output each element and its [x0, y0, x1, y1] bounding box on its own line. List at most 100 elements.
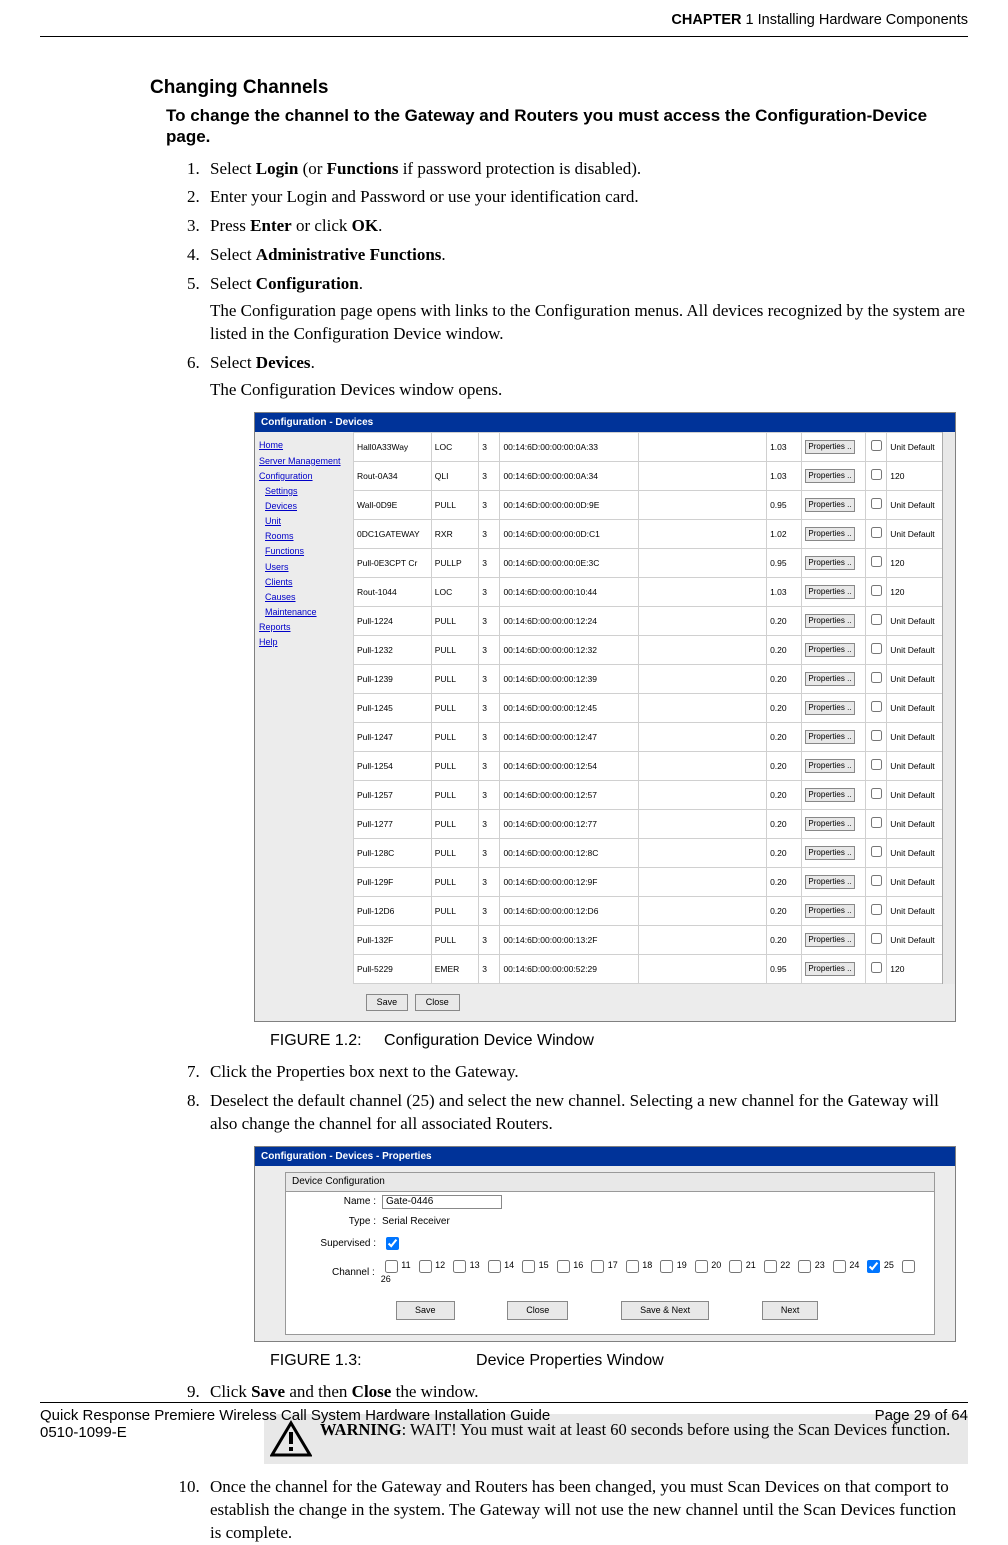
- step-3: Press Enter or click OK.: [204, 215, 968, 238]
- figure-1-2-caption: FIGURE 1.2: Configuration Device Window: [270, 1030, 968, 1052]
- fig12-close-button[interactable]: Close: [415, 994, 460, 1010]
- row-checkbox[interactable]: [871, 556, 882, 567]
- supervised-checkbox[interactable]: [386, 1237, 399, 1250]
- channel-checkbox[interactable]: [867, 1260, 880, 1273]
- row-checkbox[interactable]: [871, 846, 882, 857]
- fig12-nav-link[interactable]: Configuration: [259, 470, 349, 482]
- row-checkbox[interactable]: [871, 498, 882, 509]
- properties-button[interactable]: Properties ..: [805, 469, 854, 483]
- table-row: Pull-1247PULL300:14:6D:00:00:00:12:470.2…: [354, 723, 955, 752]
- running-header: CHAPTER 1 Installing Hardware Components: [40, 12, 968, 30]
- fig13-save-button[interactable]: Save: [396, 1301, 455, 1319]
- properties-button[interactable]: Properties ..: [805, 759, 854, 773]
- channel-checkbox[interactable]: [902, 1260, 915, 1273]
- table-row: Pull-0E3CPT CrPULLP300:14:6D:00:00:00:0E…: [354, 549, 955, 578]
- row-checkbox[interactable]: [871, 933, 882, 944]
- channel-checkbox[interactable]: [591, 1260, 604, 1273]
- fig12-nav-link[interactable]: Server Management: [259, 455, 349, 467]
- channel-checkbox[interactable]: [660, 1260, 673, 1273]
- properties-button[interactable]: Properties ..: [805, 875, 854, 889]
- fig12-nav-link[interactable]: Help: [259, 636, 349, 648]
- table-row: Pull-1224PULL300:14:6D:00:00:00:12:240.2…: [354, 607, 955, 636]
- properties-button[interactable]: Properties ..: [805, 643, 854, 657]
- properties-button[interactable]: Properties ..: [805, 498, 854, 512]
- table-row: Pull-1277PULL300:14:6D:00:00:00:12:770.2…: [354, 810, 955, 839]
- channel-checkbox[interactable]: [833, 1260, 846, 1273]
- properties-button[interactable]: Properties ..: [805, 556, 854, 570]
- row-checkbox[interactable]: [871, 440, 882, 451]
- row-checkbox[interactable]: [871, 730, 882, 741]
- row-checkbox[interactable]: [871, 962, 882, 973]
- properties-button[interactable]: Properties ..: [805, 846, 854, 860]
- fig13-next-button[interactable]: Next: [762, 1301, 819, 1319]
- fig13-close-button[interactable]: Close: [507, 1301, 568, 1319]
- fig12-nav-link[interactable]: Rooms: [259, 530, 349, 542]
- fig12-nav-link[interactable]: Settings: [259, 485, 349, 497]
- properties-button[interactable]: Properties ..: [805, 788, 854, 802]
- fig12-nav: Home Server Management Configuration Settin…: [255, 432, 353, 984]
- table-row: Pull-1239PULL300:14:6D:00:00:00:12:390.2…: [354, 665, 955, 694]
- table-row: Pull-1232PULL300:14:6D:00:00:00:12:320.2…: [354, 636, 955, 665]
- channel-checkbox[interactable]: [695, 1260, 708, 1273]
- row-checkbox[interactable]: [871, 875, 882, 886]
- step-5-sub: The Configuration page opens with links …: [210, 300, 968, 346]
- step-list: Select Login (or Functions if password p…: [166, 158, 968, 1545]
- table-row: Pull-132FPULL300:14:6D:00:00:00:13:2F0.2…: [354, 926, 955, 955]
- row-checkbox[interactable]: [871, 817, 882, 828]
- properties-button[interactable]: Properties ..: [805, 440, 854, 454]
- properties-button[interactable]: Properties ..: [805, 730, 854, 744]
- name-input[interactable]: [382, 1195, 502, 1209]
- channel-checkbox[interactable]: [764, 1260, 777, 1273]
- properties-button[interactable]: Properties ..: [805, 614, 854, 628]
- fig12-nav-link[interactable]: Functions: [259, 545, 349, 557]
- row-checkbox[interactable]: [871, 788, 882, 799]
- section-title: Changing Channels: [150, 77, 968, 99]
- row-checkbox[interactable]: [871, 701, 882, 712]
- row-checkbox[interactable]: [871, 614, 882, 625]
- properties-button[interactable]: Properties ..: [805, 527, 854, 541]
- properties-button[interactable]: Properties ..: [805, 701, 854, 715]
- properties-button[interactable]: Properties ..: [805, 817, 854, 831]
- fig12-nav-link[interactable]: Users: [259, 561, 349, 573]
- channel-checkbox[interactable]: [522, 1260, 535, 1273]
- step-7: Click the Properties box next to the Gat…: [204, 1061, 968, 1084]
- fig12-nav-link[interactable]: Clients: [259, 576, 349, 588]
- fig12-titlebar: Configuration - Devices: [255, 413, 955, 433]
- properties-button[interactable]: Properties ..: [805, 962, 854, 976]
- channel-checkbox[interactable]: [385, 1260, 398, 1273]
- fig12-nav-link[interactable]: Home: [259, 439, 349, 451]
- channel-checkbox[interactable]: [626, 1260, 639, 1273]
- row-checkbox[interactable]: [871, 643, 882, 654]
- row-checkbox[interactable]: [871, 527, 882, 538]
- row-checkbox[interactable]: [871, 672, 882, 683]
- properties-button[interactable]: Properties ..: [805, 904, 854, 918]
- step-5: Select Configuration. The Configuration …: [204, 273, 968, 346]
- properties-button[interactable]: Properties ..: [805, 672, 854, 686]
- properties-button[interactable]: Properties ..: [805, 585, 854, 599]
- fig12-nav-link[interactable]: Causes: [259, 591, 349, 603]
- row-checkbox[interactable]: [871, 585, 882, 596]
- channel-checkbox[interactable]: [557, 1260, 570, 1273]
- fig12-nav-link[interactable]: Maintenance: [259, 606, 349, 618]
- channel-checkbox[interactable]: [488, 1260, 501, 1273]
- fig13-titlebar: Configuration - Devices - Properties: [255, 1147, 955, 1167]
- row-checkbox[interactable]: [871, 904, 882, 915]
- fig12-save-button[interactable]: Save: [366, 994, 409, 1010]
- table-row: Pull-5229EMER300:14:6D:00:00:00:52:290.9…: [354, 955, 955, 984]
- channel-checkbox[interactable]: [798, 1260, 811, 1273]
- step-4: Select Administrative Functions.: [204, 244, 968, 267]
- fig12-nav-link[interactable]: Devices: [259, 500, 349, 512]
- row-checkbox[interactable]: [871, 759, 882, 770]
- channel-checkbox[interactable]: [729, 1260, 742, 1273]
- properties-button[interactable]: Properties ..: [805, 933, 854, 947]
- table-row: Rout-0A34QLI300:14:6D:00:00:00:0A:341.03…: [354, 462, 955, 491]
- scrollbar[interactable]: [942, 432, 955, 984]
- row-checkbox[interactable]: [871, 469, 882, 480]
- fig12-nav-link[interactable]: Unit: [259, 515, 349, 527]
- fig12-nav-link[interactable]: Reports: [259, 621, 349, 633]
- step-6-sub: The Configuration Devices window opens.: [210, 379, 968, 402]
- channel-checkbox[interactable]: [453, 1260, 466, 1273]
- figure-1-3: Configuration - Devices - Properties Dev…: [254, 1146, 968, 1342]
- channel-checkbox[interactable]: [419, 1260, 432, 1273]
- fig13-savenext-button[interactable]: Save & Next: [621, 1301, 709, 1319]
